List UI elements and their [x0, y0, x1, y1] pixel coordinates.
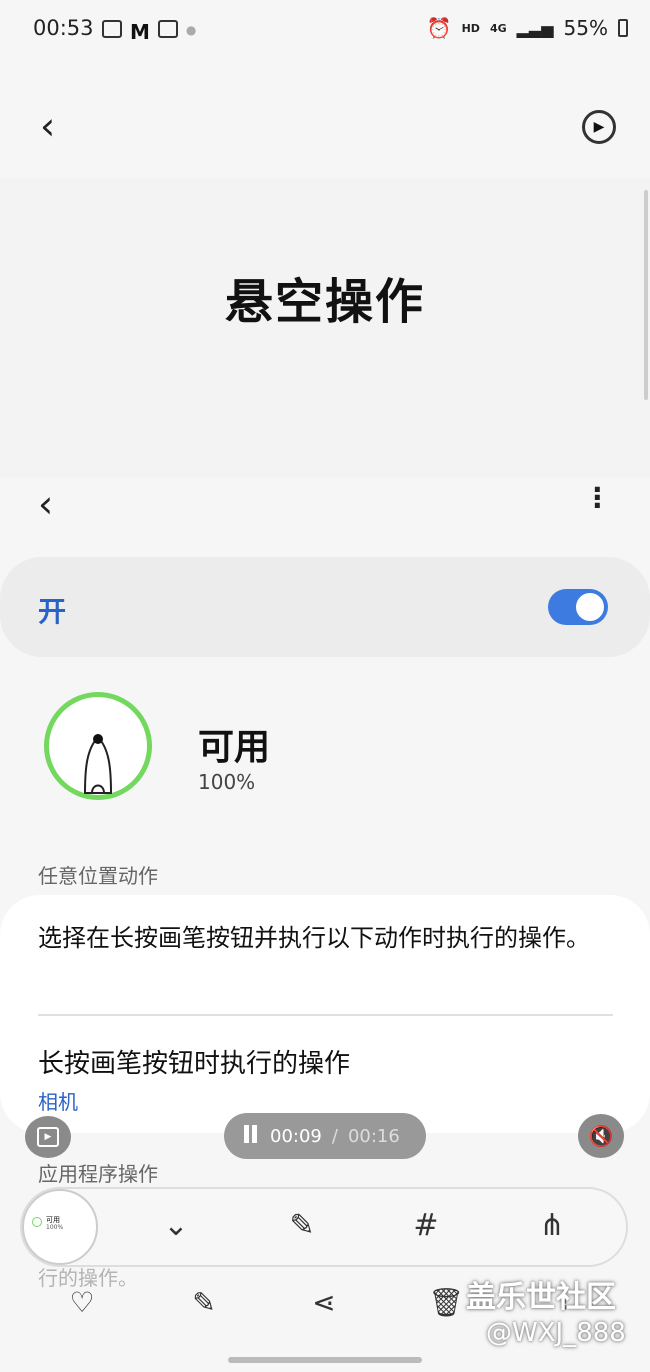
pen-battery-pct: 100% — [198, 770, 256, 794]
pen-icon — [83, 734, 113, 794]
recorder-capture-button[interactable]: ▶ — [25, 1116, 71, 1158]
long-press-action-value[interactable]: 相机 — [38, 1086, 78, 1115]
hd-indicator: HD — [461, 21, 480, 35]
crop-edit-icon[interactable]: ✎ — [282, 1206, 322, 1246]
recorder-separator: / — [331, 1125, 338, 1147]
switch-knob — [574, 591, 606, 623]
recorder-pill[interactable]: 00:09 / 00:16 — [224, 1113, 426, 1159]
gallery-icon — [102, 20, 122, 38]
status-right: ⏰ HD 4G ▂▃▅ 55% — [427, 16, 628, 40]
alarm-icon: ⏰ — [426, 16, 452, 40]
recorder-elapsed: 00:09 — [270, 1125, 322, 1147]
thumb-pct: 100% — [46, 1224, 64, 1231]
master-switch-label: 开 — [38, 595, 67, 628]
status-time: 00:53 — [33, 16, 94, 40]
long-press-action-title[interactable]: 长按画笔按钮时执行的操作 — [38, 1043, 350, 1080]
watermark-handle: @WXJ_888 — [486, 1318, 626, 1348]
pen-status: 可用 — [198, 727, 271, 768]
more-options-icon[interactable]: · · · — [592, 476, 603, 520]
mute-icon: 🔇 — [588, 1124, 614, 1148]
thumb-ring-icon — [32, 1217, 42, 1227]
page-title: 悬空操作 — [224, 274, 425, 330]
navigation-handle[interactable] — [228, 1357, 422, 1363]
anywhere-description: 选择在长按画笔按钮并执行以下动作时执行的操作。 — [38, 924, 590, 952]
toolbar-share-icon[interactable]: ⋔ — [532, 1206, 572, 1246]
screen-capture-icon: ▶ — [37, 1127, 59, 1147]
pen-battery-ring — [44, 692, 152, 800]
status-bar: 00:53 M ● ⏰ HD 4G ▂▃▅ 55% — [0, 0, 650, 62]
signal-icon: ▂▃▅ — [516, 18, 554, 38]
edit-icon[interactable]: ✎ — [186, 1286, 222, 1322]
settings-back-button[interactable]: ‹ — [38, 482, 53, 526]
scrollbar[interactable] — [644, 190, 648, 400]
mute-button[interactable]: 🔇 — [578, 1114, 624, 1158]
section-label-anywhere: 任意位置动作 — [38, 864, 158, 888]
scroll-capture-icon[interactable]: ⌄ — [156, 1206, 196, 1246]
pause-icon[interactable] — [244, 1124, 260, 1148]
battery-icon — [618, 19, 628, 37]
heart-icon[interactable]: ♡ — [64, 1286, 100, 1322]
delete-icon[interactable]: 🗑 — [428, 1286, 464, 1322]
gmail-icon: M — [130, 20, 150, 44]
dot-icon: ● — [185, 23, 197, 37]
notification-icons: M ● — [102, 20, 196, 44]
section-label-app-actions: 应用程序操作 — [38, 1162, 158, 1186]
hashtag-icon[interactable]: # — [406, 1206, 446, 1246]
app-icon — [157, 20, 178, 38]
share-icon[interactable]: ⋖ — [306, 1286, 342, 1322]
divider — [38, 1014, 613, 1016]
battery-text: 55% — [563, 16, 608, 40]
watermark-title: 盖乐世社区 — [466, 1280, 616, 1315]
video-play-icon[interactable]: ▶ — [582, 110, 616, 144]
network-indicator: 4G — [489, 21, 507, 35]
recorder-total: 00:16 — [347, 1125, 400, 1147]
screenshot-thumbnail[interactable]: 可用 100% — [22, 1189, 98, 1265]
back-button[interactable]: ‹ — [40, 104, 55, 148]
